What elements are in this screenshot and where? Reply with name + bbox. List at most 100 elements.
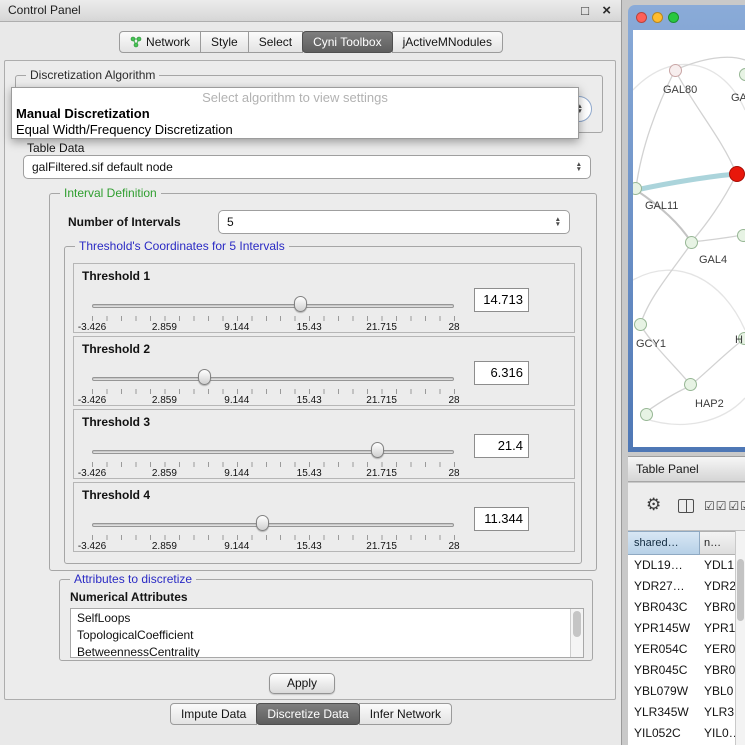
select-checkboxes-icon[interactable]: ☑☑ (704, 499, 728, 513)
list-item[interactable]: SelfLoops (71, 610, 583, 627)
threshold-label: Threshold 1 (82, 269, 150, 283)
tab-style[interactable]: Style (200, 31, 249, 53)
tick-label: 15.43 (297, 541, 322, 552)
threshold-value-field[interactable]: 14.713 (474, 288, 529, 312)
slider-track[interactable] (92, 377, 454, 381)
attributes-group: Attributes to discretize Numerical Attri… (59, 579, 593, 661)
threshold-slider[interactable]: -3.4262.8599.14415.4321.71528 (92, 367, 454, 405)
table-data-combobox[interactable]: galFiltered.sif default node ▲ ▼ (23, 155, 591, 179)
threshold-slider[interactable]: -3.4262.8599.14415.4321.71528 (92, 513, 454, 551)
number-of-intervals-value: 5 (227, 215, 234, 229)
select-all-checkboxes-icon[interactable]: ☑☑ (728, 499, 745, 513)
network-edge (675, 57, 745, 70)
close-window-icon[interactable]: × (602, 0, 611, 21)
columns-icon[interactable] (678, 499, 694, 513)
tab-jactivemnodules[interactable]: jActiveMNodules (392, 31, 503, 53)
table-row[interactable]: YER054CYER0… (628, 639, 745, 660)
combo-stepper-icon[interactable]: ▲ ▼ (576, 162, 582, 173)
number-of-intervals-combobox[interactable]: 5 ▲ ▼ (218, 210, 570, 234)
slider-thumb[interactable] (371, 442, 384, 458)
threshold-value-field[interactable]: 6.316 (474, 361, 529, 385)
tab-impute-data[interactable]: Impute Data (170, 703, 257, 725)
tick-label: 28 (448, 541, 459, 552)
list-item[interactable]: TopologicalCoefficient (71, 627, 583, 644)
scrollbar-thumb[interactable] (737, 559, 744, 621)
numerical-attributes-list[interactable]: SelfLoops TopologicalCoefficient Between… (70, 608, 584, 658)
node-label: GAL80 (663, 84, 697, 96)
tab-infer-network[interactable]: Infer Network (359, 703, 452, 725)
tab-label: jActiveMNodules (403, 35, 492, 49)
slider-track[interactable] (92, 523, 454, 527)
node-label: GAL11 (645, 200, 678, 212)
network-node[interactable] (685, 236, 698, 249)
scrollbar-thumb[interactable] (573, 611, 581, 637)
tick-label: 2.859 (152, 395, 177, 406)
float-window-icon[interactable]: □ (581, 0, 589, 21)
gear-icon[interactable]: ⚙ (646, 495, 661, 515)
network-node[interactable] (640, 408, 653, 421)
slider-track[interactable] (92, 450, 454, 454)
slider-thumb[interactable] (256, 515, 269, 531)
table-row[interactable]: YDR27…YDR2… (628, 576, 745, 597)
network-edge (636, 190, 691, 242)
zoom-button[interactable] (668, 12, 679, 23)
apply-button[interactable]: Apply (269, 673, 335, 694)
bottom-tab-bar: Impute Data Discretize Data Infer Networ… (0, 703, 622, 725)
tab-discretize-data[interactable]: Discretize Data (256, 703, 359, 725)
table-row[interactable]: YLR345WYLR3… (628, 702, 745, 723)
threshold-label: Threshold 2 (82, 342, 150, 356)
cell-shared-name[interactable]: YBR045C (628, 660, 700, 681)
table-scrollbar[interactable] (735, 531, 745, 745)
table-row[interactable]: YPR145WYPR1… (628, 618, 745, 639)
dropdown-option-equal-width[interactable]: Equal Width/Frequency Discretization (12, 122, 578, 138)
combo-stepper-icon[interactable]: ▲ ▼ (555, 217, 561, 228)
threshold-slider[interactable]: -3.4262.8599.14415.4321.71528 (92, 440, 454, 478)
tab-cyni-toolbox[interactable]: Cyni Toolbox (302, 31, 392, 53)
table-panel-title: Table Panel (636, 462, 699, 476)
dropdown-hint-option[interactable]: Select algorithm to view settings (12, 89, 578, 106)
list-item[interactable]: BetweennessCentrality (71, 644, 583, 658)
cell-shared-name[interactable]: YPR145W (628, 618, 700, 639)
network-canvas[interactable]: GAL80GAGAL11GAL4GCY1HAP2H (633, 30, 745, 447)
list-scrollbar[interactable] (570, 609, 583, 657)
tab-label: Impute Data (181, 707, 246, 721)
slider-thumb[interactable] (198, 369, 211, 385)
slider-thumb[interactable] (294, 296, 307, 312)
cyni-toolbox-panel: Discretization Algorithm ▲ ▼ Select algo… (4, 60, 616, 700)
slider-track[interactable] (92, 304, 454, 308)
cell-shared-name[interactable]: YDR27… (628, 576, 700, 597)
network-node[interactable] (684, 378, 697, 391)
threshold-value-field[interactable]: 21.4 (474, 434, 529, 458)
cell-shared-name[interactable]: YDL19… (628, 555, 700, 576)
threshold-value-field[interactable]: 11.344 (474, 507, 529, 531)
table-row[interactable]: YBR045CYBR0… (628, 660, 745, 681)
minimize-button[interactable] (652, 12, 663, 23)
table-row[interactable]: YDL19…YDL1… (628, 555, 745, 576)
cell-shared-name[interactable]: YBL079W (628, 681, 700, 702)
dropdown-option-manual-discretization[interactable]: Manual Discretization (12, 106, 578, 122)
tick-label: 2.859 (152, 541, 177, 552)
network-node[interactable] (739, 68, 745, 81)
table-row[interactable]: YIL052CYIL0… (628, 723, 745, 744)
tab-label: Style (211, 35, 238, 49)
threshold-slider[interactable]: -3.4262.8599.14415.4321.71528 (92, 294, 454, 332)
network-node[interactable] (669, 64, 682, 77)
cell-shared-name[interactable]: YLR345W (628, 702, 700, 723)
tick-label: 21.715 (366, 322, 397, 333)
network-node[interactable] (729, 166, 745, 182)
cell-shared-name[interactable]: YBR043C (628, 597, 700, 618)
close-button[interactable] (636, 12, 647, 23)
node-label: HAP2 (695, 398, 724, 410)
network-node[interactable] (634, 318, 647, 331)
network-node[interactable] (633, 182, 642, 195)
table-row[interactable]: YBR043CYBR0… (628, 597, 745, 618)
cell-shared-name[interactable]: YER054C (628, 639, 700, 660)
table-row[interactable]: YBL079WYBL0… (628, 681, 745, 702)
tab-select[interactable]: Select (248, 31, 303, 53)
column-header-shared-name[interactable]: shared… (628, 531, 700, 555)
tick-label: -3.426 (78, 322, 106, 333)
network-node[interactable] (737, 229, 745, 242)
cell-shared-name[interactable]: YIL052C (628, 723, 700, 744)
node-label: GCY1 (636, 338, 666, 350)
tab-network[interactable]: Network (119, 31, 201, 53)
